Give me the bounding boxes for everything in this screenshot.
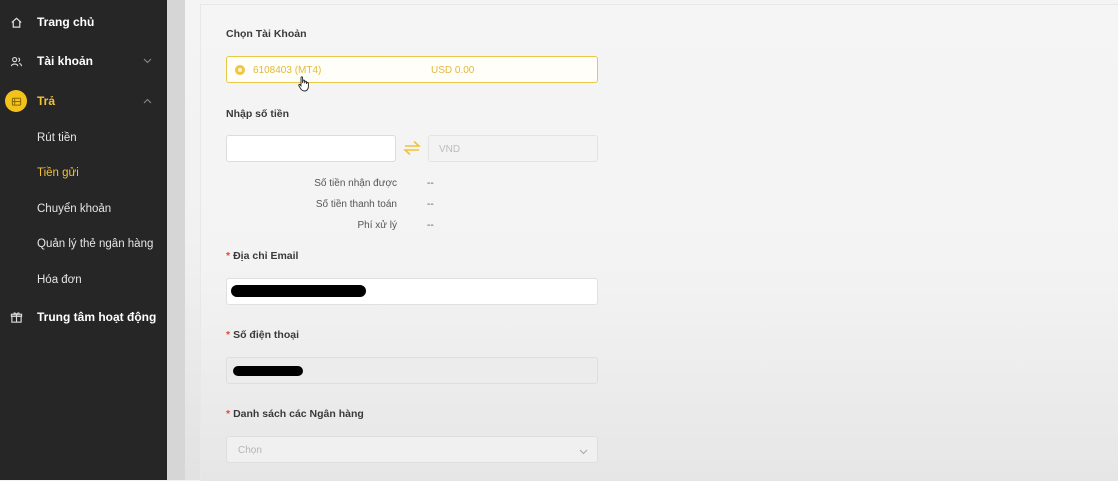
payment-amount-value: -- xyxy=(427,199,434,210)
processing-fee-label: Phí xử lý xyxy=(357,220,397,231)
chevron-down-icon xyxy=(579,447,588,458)
required-mark: * xyxy=(226,408,231,420)
chevron-down-icon xyxy=(142,56,152,66)
redaction-mark xyxy=(231,285,366,297)
account-coin-icon xyxy=(235,65,245,75)
bank-list-label: * Danh sách các Ngân hàng xyxy=(226,408,364,420)
sidebar-subitem-bank-cards[interactable]: Quản lý thẻ ngân hàng xyxy=(37,238,153,250)
redaction-mark xyxy=(233,366,303,376)
received-amount-label: Số tiền nhận được xyxy=(314,178,397,189)
main-gutter xyxy=(167,0,185,480)
processing-fee-value: -- xyxy=(427,220,434,231)
sidebar-item-label: Trung tâm hoạt động xyxy=(37,310,157,324)
email-field[interactable] xyxy=(226,278,598,305)
amount-label: Nhập số tiền xyxy=(226,108,290,120)
exchange-icon[interactable] xyxy=(402,140,422,161)
sidebar-item-home[interactable]: Trang chủ xyxy=(0,7,167,37)
wallet-icon xyxy=(5,90,27,112)
amount-input[interactable] xyxy=(226,135,396,162)
bank-select-placeholder: Chọn xyxy=(238,445,262,456)
users-icon xyxy=(9,54,23,68)
currency-field: VND xyxy=(428,135,598,162)
sidebar-subitem-invoices[interactable]: Hóa đơn xyxy=(37,274,82,286)
account-balance: USD 0.00 xyxy=(431,65,475,76)
sidebar: Trang chủ Tài khoản Trả Rút tiền Tiền gử… xyxy=(0,0,167,480)
sidebar-subitem-transfer[interactable]: Chuyển khoản xyxy=(37,203,111,215)
choose-account-label: Chọn Tài Khoản xyxy=(226,28,307,40)
gift-icon xyxy=(9,310,23,324)
chevron-up-icon xyxy=(142,96,152,106)
phone-field[interactable] xyxy=(226,357,598,384)
required-mark: * xyxy=(226,250,231,262)
home-icon xyxy=(9,15,23,29)
sidebar-item-activity-center[interactable]: Trung tâm hoạt động xyxy=(0,302,167,332)
sidebar-subitem-withdraw[interactable]: Rút tiền xyxy=(37,132,77,144)
sidebar-item-pay[interactable]: Trả xyxy=(0,86,167,116)
currency-value: VND xyxy=(439,144,461,155)
phone-label-text: Số điện thoại xyxy=(233,329,300,341)
received-amount-value: -- xyxy=(427,178,434,189)
hand-cursor-icon xyxy=(298,76,310,97)
bank-list-label-text: Danh sách các Ngân hàng xyxy=(233,408,364,420)
sidebar-item-label: Tài khoản xyxy=(37,54,94,68)
sidebar-item-label: Trang chủ xyxy=(37,15,95,29)
phone-label: * Số điện thoại xyxy=(226,329,299,341)
email-label-text: Địa chỉ Email xyxy=(233,250,299,262)
sidebar-item-account[interactable]: Tài khoản xyxy=(0,46,167,76)
account-value: 6108403 (MT4) xyxy=(253,65,322,76)
sidebar-subitem-deposit[interactable]: Tiền gửi xyxy=(37,167,79,179)
account-select[interactable]: 6108403 (MT4) USD 0.00 xyxy=(226,56,598,83)
sidebar-item-label: Trả xyxy=(37,94,56,108)
payment-amount-label: Số tiền thanh toán xyxy=(315,199,397,210)
email-label: * Địa chỉ Email xyxy=(226,250,298,262)
required-mark: * xyxy=(226,329,231,341)
bank-select[interactable]: Chọn xyxy=(226,436,598,463)
